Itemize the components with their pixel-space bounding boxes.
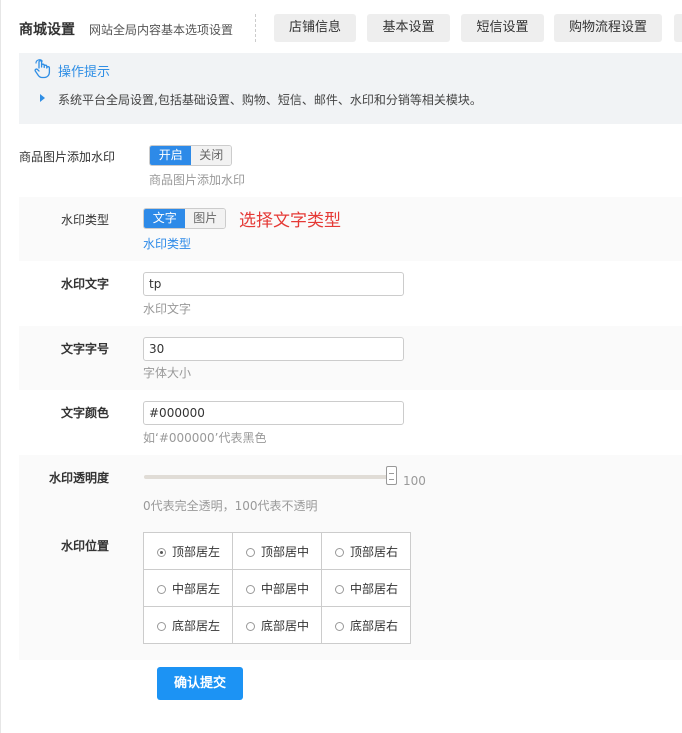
position-grid: 顶部居左 顶部居中 顶部居右 中部居左 中部居中 中部居右 底部居左 底部居中 … xyxy=(143,532,411,644)
type-image-button[interactable]: 图片 xyxy=(185,209,225,228)
opacity-slider-handle[interactable] xyxy=(386,466,397,485)
font-color-label: 文字颜色 xyxy=(61,406,110,420)
type-text-button[interactable]: 文字 xyxy=(144,209,186,228)
font-size-hint: 字体大小 xyxy=(143,366,192,380)
page-title: 商城设置 xyxy=(19,22,75,38)
radio-icon[interactable] xyxy=(157,547,166,557)
watermark-type-toggle: 文字 图片 xyxy=(143,208,226,229)
watermark-on-button[interactable]: 开启 xyxy=(150,146,192,165)
position-option[interactable]: 中部居左 xyxy=(143,569,233,607)
radio-icon[interactable] xyxy=(335,584,344,594)
position-option[interactable]: 底部居右 xyxy=(321,606,411,644)
position-option[interactable]: 顶部居中 xyxy=(232,532,322,570)
left-border xyxy=(0,0,1,733)
font-size-label: 文字字号 xyxy=(61,342,110,356)
position-option[interactable]: 顶部居右 xyxy=(321,532,411,570)
position-option[interactable]: 中部居右 xyxy=(321,569,411,607)
radio-icon[interactable] xyxy=(335,547,344,557)
tips-panel xyxy=(19,53,682,124)
radio-icon[interactable] xyxy=(157,584,166,594)
annotation-note: 选择文字类型 xyxy=(239,211,341,231)
triangle-right-icon xyxy=(40,94,45,102)
radio-icon[interactable] xyxy=(335,621,344,631)
submit-button[interactable]: 确认提交 xyxy=(157,667,243,700)
tab-overflow[interactable] xyxy=(674,14,682,42)
radio-icon[interactable] xyxy=(157,621,166,631)
tips-title: 操作提示 xyxy=(58,65,111,80)
watermark-off-button[interactable]: 关闭 xyxy=(191,146,231,165)
watermark-text-label: 水印文字 xyxy=(61,277,110,291)
watermark-enable-toggle: 开启 关闭 xyxy=(149,145,232,166)
opacity-hint: 0代表完全透明，100代表不透明 xyxy=(143,499,318,513)
page-subtitle: 网站全局内容基本选项设置 xyxy=(89,23,234,37)
radio-icon[interactable] xyxy=(246,621,255,631)
watermark-text-hint: 水印文字 xyxy=(143,302,192,316)
opacity-row xyxy=(19,455,682,519)
hand-pointer-icon xyxy=(33,59,51,79)
font-color-input[interactable] xyxy=(143,401,404,425)
position-option[interactable]: 底部居中 xyxy=(232,606,322,644)
font-color-hint: 如‘#000000’代表黑色 xyxy=(143,431,267,445)
tips-item: 系统平台全局设置,包括基础设置、购物、短信、邮件、水印和分销等相关模块。 xyxy=(58,93,482,107)
opacity-slider-track[interactable] xyxy=(144,475,391,479)
watermark-type-row xyxy=(19,197,682,261)
font-size-input[interactable] xyxy=(143,337,404,361)
tab-sms-settings[interactable]: 短信设置 xyxy=(461,14,544,42)
radio-icon[interactable] xyxy=(246,547,255,557)
watermark-text-input[interactable] xyxy=(143,272,404,296)
watermark-enable-label: 商品图片添加水印 xyxy=(19,150,116,164)
opacity-value: 100 xyxy=(403,474,426,488)
watermark-enable-hint: 商品图片添加水印 xyxy=(149,173,246,187)
watermark-type-label: 水印类型 xyxy=(61,213,110,227)
position-label: 水印位置 xyxy=(61,539,110,553)
opacity-label: 水印透明度 xyxy=(49,471,110,485)
header-divider xyxy=(255,14,256,42)
radio-icon[interactable] xyxy=(246,584,255,594)
position-option[interactable]: 底部居左 xyxy=(143,606,233,644)
tab-shopping-flow[interactable]: 购物流程设置 xyxy=(554,14,662,42)
position-option[interactable]: 顶部居左 xyxy=(143,532,233,570)
position-option[interactable]: 中部居中 xyxy=(232,569,322,607)
watermark-type-hint: 水印类型 xyxy=(143,237,192,251)
tab-shop-info[interactable]: 店铺信息 xyxy=(274,14,356,42)
tab-basic-settings[interactable]: 基本设置 xyxy=(367,14,450,42)
